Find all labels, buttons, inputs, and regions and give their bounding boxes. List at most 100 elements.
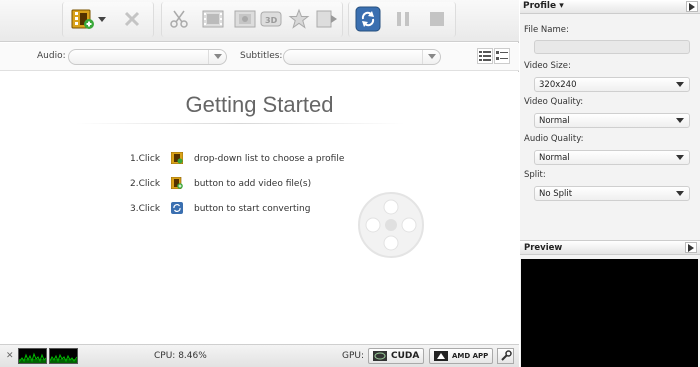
subtitles-label: Subtitles: [240, 51, 283, 61]
audio-quality-label: Audio Quality: [524, 134, 584, 144]
stop-button[interactable] [424, 6, 450, 32]
crop-button[interactable] [200, 6, 226, 32]
preview-header: Preview [520, 240, 700, 255]
video-quality-value: Normal [539, 116, 570, 126]
merge-button[interactable] [314, 6, 340, 32]
app-window: 3D Audio: Subtitles: Getting Started 1.C… [0, 0, 700, 367]
add-video-icon [171, 177, 183, 189]
split-label: Split: [524, 170, 546, 180]
options-row: Audio: Subtitles: [0, 43, 519, 71]
cuda-label: CUDA [391, 351, 420, 361]
audio-quality-value: Normal [539, 153, 570, 163]
3d-button[interactable]: 3D [258, 6, 284, 32]
audio-label: Audio: [37, 51, 66, 61]
gpu-graph-chart [49, 353, 78, 363]
clip-button[interactable] [166, 6, 192, 32]
view-detail-button[interactable] [494, 48, 510, 64]
chevron-down-icon [422, 50, 440, 64]
stop-icon [430, 12, 444, 26]
preview-title: Preview [524, 243, 563, 253]
merge-icon [316, 10, 337, 28]
list-view-icon [479, 51, 491, 61]
video-size-select[interactable]: 320x240 [534, 77, 690, 92]
step-text: button to start converting [194, 204, 311, 214]
cpu-graph-chart [18, 352, 47, 363]
preview-screen [521, 259, 698, 367]
subtitles-select[interactable] [283, 49, 441, 65]
svg-text:3D: 3D [265, 16, 278, 25]
step-1: 1.Click drop-down list to choose a profi… [0, 152, 519, 168]
amd-app-button[interactable]: AMD APP [429, 348, 494, 364]
video-size-value: 320x240 [539, 80, 577, 90]
amd-label: AMD APP [452, 352, 489, 360]
step-text: button to add video file(s) [194, 179, 312, 189]
audio-select[interactable] [68, 49, 227, 65]
split-select[interactable]: No Split [534, 186, 690, 201]
step-number: 3.Click [130, 204, 161, 214]
nvidia-icon [373, 351, 387, 361]
add-video-dropdown-button[interactable] [96, 6, 108, 32]
preview-expand-button[interactable] [685, 242, 697, 253]
close-icon[interactable]: ✕ [6, 351, 14, 361]
divider [75, 123, 405, 124]
settings-button[interactable] [497, 348, 514, 364]
file-name-input[interactable] [534, 40, 690, 54]
cpu-usage: CPU: 8.46% [154, 351, 207, 361]
star-icon [288, 8, 310, 29]
film-crop-icon [202, 10, 224, 28]
chevron-down-icon [676, 155, 684, 160]
split-value: No Split [539, 189, 573, 199]
chevron-right-icon [689, 2, 695, 11]
video-quality-label: Video Quality: [524, 97, 584, 107]
chevron-right-icon [688, 243, 694, 252]
convert-button[interactable] [355, 6, 381, 32]
chevron-down-icon [208, 50, 226, 64]
convert-icon [171, 202, 183, 214]
pause-button[interactable] [390, 6, 416, 32]
file-name-label: File Name: [524, 25, 569, 35]
toolbar-group-file [62, 2, 154, 37]
pause-icon [397, 12, 409, 26]
status-bar: ✕ CPU: 8.46% GPU: CUDA AMD APP [0, 344, 519, 367]
toolbar: 3D [0, 0, 519, 42]
file-list-area[interactable]: Getting Started 1.Click drop-down list t… [0, 72, 519, 344]
convert-icon [355, 6, 381, 32]
chevron-down-icon [98, 17, 106, 22]
film-effect-icon [234, 10, 256, 28]
remove-button[interactable] [119, 6, 145, 32]
profile-icon [171, 152, 183, 164]
chevron-down-icon [676, 82, 684, 87]
toolbar-group-edit: 3D [161, 2, 343, 37]
add-video-icon [71, 9, 94, 29]
add-video-button[interactable] [70, 6, 96, 32]
profile-title: Profile ▾ [523, 1, 564, 11]
film-reel-watermark-icon [358, 192, 424, 258]
remove-icon [124, 11, 140, 27]
effect-button[interactable] [232, 6, 258, 32]
cpu-graph [18, 348, 47, 364]
profile-header[interactable]: Profile ▾ [520, 0, 700, 14]
step-number: 2.Click [130, 179, 161, 189]
watermark-button[interactable] [286, 6, 312, 32]
detail-view-icon [496, 51, 508, 60]
step-text: drop-down list to choose a profile [194, 154, 345, 164]
cuda-button[interactable]: CUDA [368, 348, 425, 364]
profile-panel: Profile ▾ File Name: Video Size: 320x240… [520, 0, 700, 367]
video-quality-select[interactable]: Normal [534, 113, 690, 128]
toolbar-group-convert [348, 2, 456, 37]
step-2: 2.Click button to add video file(s) [0, 177, 519, 193]
audio-quality-select[interactable]: Normal [534, 150, 690, 165]
amd-icon [434, 351, 448, 361]
chevron-down-icon [676, 191, 684, 196]
gpu-label: GPU: [342, 351, 365, 361]
scissors-icon [170, 10, 188, 28]
wrench-icon [500, 350, 512, 361]
chevron-down-icon [676, 118, 684, 123]
view-list-button[interactable] [477, 48, 493, 64]
main-pane: 3D Audio: Subtitles: Getting Started 1.C… [0, 0, 519, 367]
video-size-label: Video Size: [524, 61, 571, 71]
getting-started-title: Getting Started [185, 92, 334, 117]
step-number: 1.Click [130, 154, 161, 164]
gpu-graph [49, 348, 78, 364]
expand-button[interactable] [686, 1, 698, 12]
